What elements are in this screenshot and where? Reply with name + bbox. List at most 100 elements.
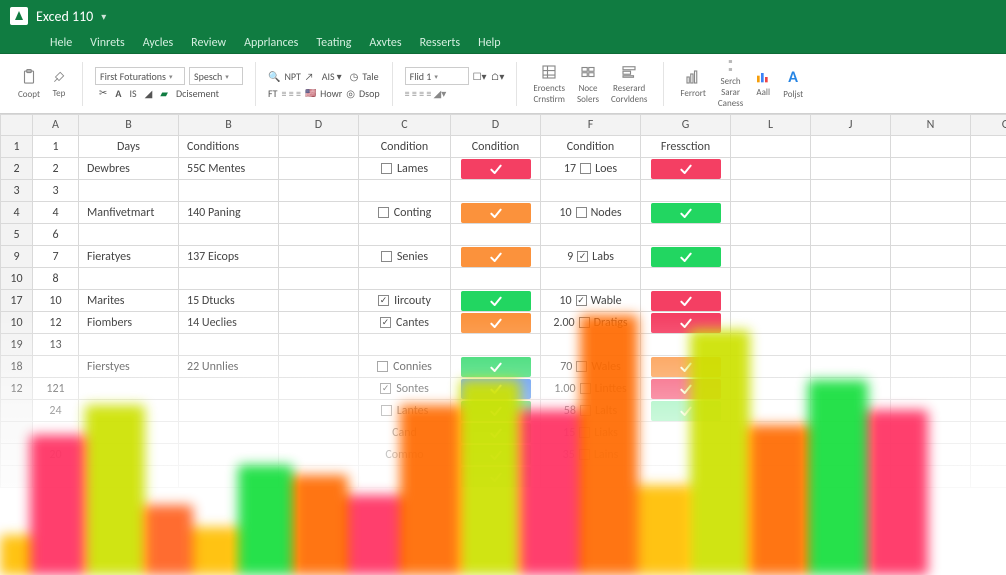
cell[interactable] [891,136,971,158]
cell[interactable] [891,246,971,268]
cell[interactable] [451,224,541,246]
menu-hele[interactable]: Hele [50,36,72,50]
cell[interactable] [541,268,641,290]
colhdr-L[interactable]: L [731,115,811,136]
menu-vinrets[interactable]: Vinrets [90,36,125,50]
cell[interactable] [79,224,179,246]
menu-resserts[interactable]: Resserts [420,36,461,50]
colhdr-N[interactable]: N [891,115,971,136]
cell[interactable] [641,224,731,246]
cell[interactable] [971,268,1006,290]
cell[interactable]: Condition [359,136,451,158]
cut-icon[interactable]: ✂ [99,88,107,99]
cell[interactable] [731,290,811,312]
cell[interactable] [279,158,359,180]
cell[interactable] [641,180,731,202]
table-row[interactable]: 22Dewbres55C MentesLames17Loes [1,158,1006,180]
cell[interactable] [971,202,1006,224]
colhdr-C[interactable]: C [359,115,451,136]
indent-icon[interactable]: ▰ [160,87,168,100]
cell[interactable] [811,180,891,202]
row-header[interactable]: 1 [1,136,33,158]
cell[interactable] [79,268,179,290]
colhdr-F[interactable]: F [541,115,641,136]
cell[interactable] [971,246,1006,268]
noce-button[interactable]: Noce Solers [573,63,603,105]
cell[interactable] [811,268,891,290]
flag-icon[interactable]: 🇺🇸 [305,88,316,99]
cell[interactable]: 137 Eicops [179,246,279,268]
fill-color-icon[interactable]: ◢ [145,87,153,100]
cell[interactable] [971,136,1006,158]
table-row[interactable]: 56 [1,224,1006,246]
clock-icon[interactable]: ◷ [350,70,359,83]
checkbox-icon[interactable] [576,207,587,218]
aall-button[interactable]: Aall [751,69,775,98]
cell[interactable] [279,290,359,312]
chevron-down-icon[interactable]: ▾ [101,10,106,23]
cell[interactable] [891,202,971,224]
cell[interactable] [451,290,541,312]
cell[interactable] [279,224,359,246]
cell[interactable] [79,180,179,202]
cell[interactable] [971,224,1006,246]
cell[interactable]: Dewbres [79,158,179,180]
cell[interactable] [641,202,731,224]
cell[interactable] [891,180,971,202]
cell[interactable]: Fieratyes [79,246,179,268]
colhdr-D[interactable]: D [451,115,541,136]
font-dropdown[interactable]: First Foturations▾ [95,67,185,85]
cell[interactable]: 9✓Labs [541,246,641,268]
serch-button[interactable]: ≡≡ Serch Sarar Caness [714,58,747,109]
cell[interactable]: 2 [33,158,79,180]
reserard-button[interactable]: Reserard Corvldens [607,63,651,105]
cell[interactable] [811,290,891,312]
cell[interactable] [731,180,811,202]
colhdr-B[interactable]: B [79,115,179,136]
menu-axvtes[interactable]: Axvtes [369,36,401,50]
cell[interactable] [811,246,891,268]
cell[interactable] [541,180,641,202]
cell[interactable]: 7 [33,246,79,268]
cell[interactable]: 17Loes [541,158,641,180]
table-row[interactable]: 44Manfivetmart140 PaningConting10Nodes [1,202,1006,224]
cell[interactable]: 17 [1,290,33,312]
cell[interactable] [731,158,811,180]
cell[interactable]: 2 [1,158,33,180]
cell[interactable]: 3 [1,180,33,202]
cell[interactable] [971,290,1006,312]
cell[interactable] [891,158,971,180]
cell[interactable] [731,246,811,268]
cell[interactable] [891,290,971,312]
cell[interactable] [641,268,731,290]
ais-dropdown[interactable]: AIS▾ [318,68,346,85]
cell[interactable]: 55C Mentes [179,158,279,180]
cell[interactable] [811,224,891,246]
is-button[interactable]: IS [129,87,136,100]
menu-help[interactable]: Help [478,36,501,50]
cell[interactable]: 8 [33,268,79,290]
poljst-button[interactable]: A Poljst [779,68,807,100]
cell[interactable]: 15 Dtucks [179,290,279,312]
cell[interactable]: Marites [79,290,179,312]
cell[interactable]: 10 [1,268,33,290]
cell[interactable] [891,224,971,246]
checkbox-icon[interactable]: ✓ [378,295,389,306]
dsop-label[interactable]: Dsop [359,87,380,100]
dcisement-label[interactable]: Dcisement [176,87,219,100]
checkbox-icon[interactable] [580,163,591,174]
cell[interactable] [451,202,541,224]
cell[interactable] [731,224,811,246]
colhdr-A[interactable]: A [33,115,79,136]
cell[interactable]: 4 [33,202,79,224]
cell[interactable]: Fressction [641,136,731,158]
table-row[interactable]: 97Fieratyes137 EicopsSenies9✓Labs [1,246,1006,268]
cell[interactable] [451,268,541,290]
cell[interactable]: 4 [1,202,33,224]
cell[interactable]: 10 [33,290,79,312]
colhdr-J[interactable]: J [811,115,891,136]
cell[interactable]: 140 Paning [179,202,279,224]
cell[interactable] [811,158,891,180]
table-row[interactable]: 33 [1,180,1006,202]
target-icon[interactable]: ◎ [346,87,355,100]
